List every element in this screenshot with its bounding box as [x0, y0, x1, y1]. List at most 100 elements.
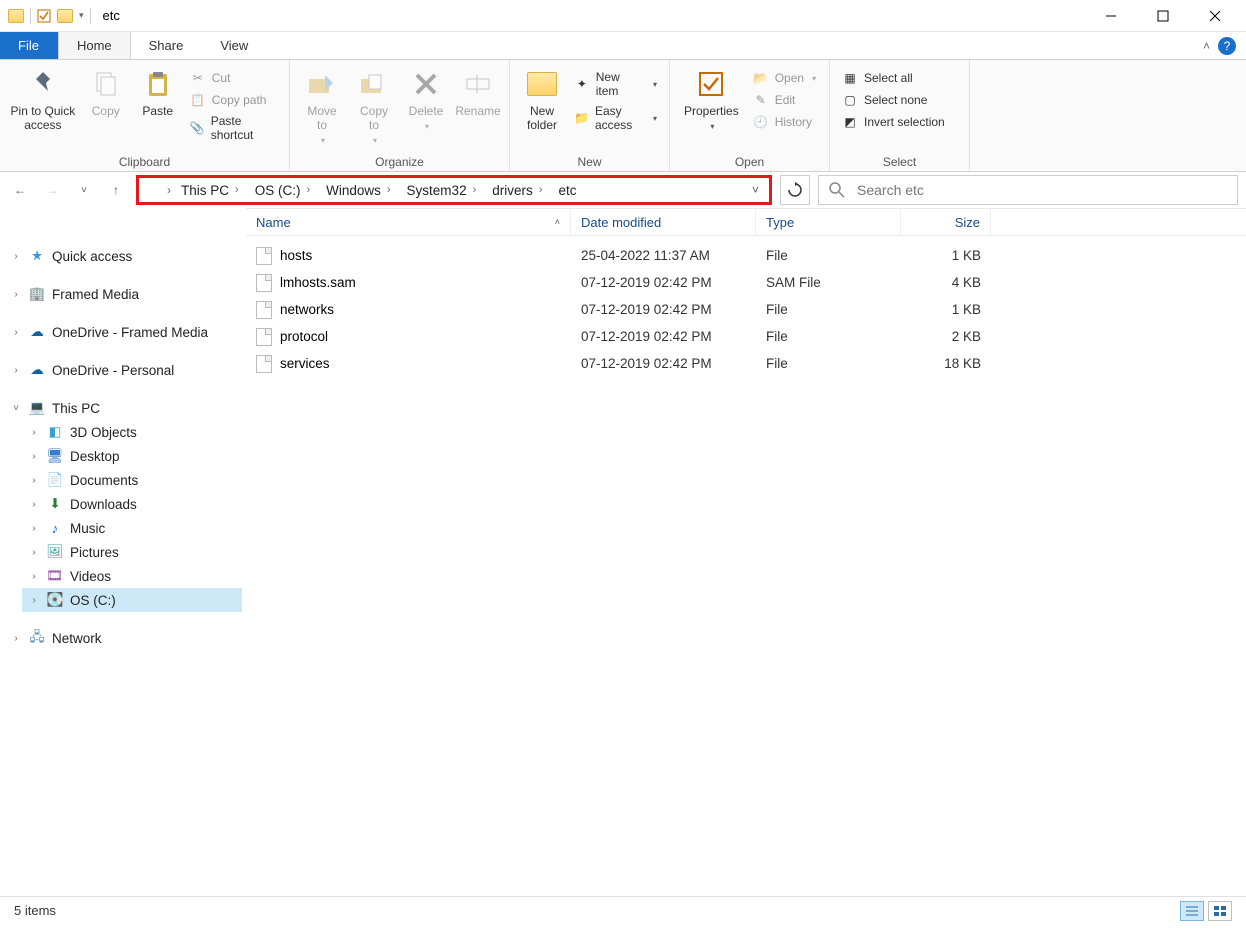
breadcrumb-item[interactable]: Windows	[320, 180, 396, 201]
tree-item-os-c[interactable]: ›💽OS (C:)	[22, 588, 242, 612]
close-button[interactable]	[1192, 0, 1238, 32]
minimize-button[interactable]	[1088, 0, 1134, 32]
edit-button[interactable]: ✎Edit	[749, 90, 820, 110]
tree-item-onedrive-fm[interactable]: ›☁OneDrive - Framed Media	[4, 320, 242, 344]
column-type[interactable]: Type	[756, 209, 901, 235]
copy-path-button[interactable]: 📋Copy path	[186, 90, 281, 110]
breadcrumb-item[interactable]: This PC	[175, 180, 245, 201]
easy-access-button[interactable]: 📁Easy access▾	[570, 102, 661, 134]
tab-share[interactable]: Share	[131, 32, 203, 59]
maximize-button[interactable]	[1140, 0, 1186, 32]
file-size: 18 KB	[901, 356, 991, 371]
select-all-button[interactable]: ▦Select all	[838, 68, 949, 88]
tree-item-3d-objects[interactable]: ›◧3D Objects	[22, 420, 242, 444]
refresh-button[interactable]	[780, 175, 810, 205]
file-type: File	[756, 356, 901, 371]
search-input[interactable]	[855, 181, 1227, 199]
file-date: 07-12-2019 02:42 PM	[571, 275, 756, 290]
column-headers: Name˄ Date modified Type Size	[246, 208, 1246, 236]
new-item-button[interactable]: ✦New item▾	[570, 68, 661, 100]
easy-access-icon: 📁	[574, 110, 589, 126]
rename-button[interactable]: Rename	[454, 64, 502, 122]
file-date: 07-12-2019 02:42 PM	[571, 356, 756, 371]
paste-shortcut-button[interactable]: 📎Paste shortcut	[186, 112, 281, 144]
file-row[interactable]: networks 07-12-2019 02:42 PM File 1 KB	[246, 296, 1246, 323]
file-size: 2 KB	[901, 329, 991, 344]
cut-icon: ✂	[190, 70, 206, 86]
file-size: 1 KB	[901, 248, 991, 263]
open-button[interactable]: 📂Open▾	[749, 68, 820, 88]
move-to-button[interactable]: Move to▾	[298, 64, 346, 149]
new-folder-button[interactable]: New folder	[518, 64, 566, 136]
file-row[interactable]: lmhosts.sam 07-12-2019 02:42 PM SAM File…	[246, 269, 1246, 296]
file-row[interactable]: services 07-12-2019 02:42 PM File 18 KB	[246, 350, 1246, 377]
group-label: New	[518, 153, 661, 169]
breadcrumb-item[interactable]: etc	[552, 180, 582, 201]
chevron-right-icon[interactable]	[539, 184, 543, 196]
tree-item-downloads[interactable]: ›⬇Downloads	[22, 492, 242, 516]
address-bar[interactable]: This PC OS (C:) Windows System32 drivers…	[136, 175, 772, 205]
chevron-right-icon[interactable]	[235, 184, 239, 196]
file-name: protocol	[280, 329, 328, 344]
qat-dropdown-icon[interactable]: ▾	[79, 10, 84, 21]
copy-path-icon: 📋	[190, 92, 206, 108]
tab-home[interactable]: Home	[58, 32, 131, 59]
tree-item-quick-access[interactable]: ›★Quick access	[4, 244, 242, 268]
view-details-button[interactable]	[1180, 901, 1204, 921]
address-dropdown-icon[interactable]: ˅	[748, 183, 763, 197]
collapse-ribbon-icon[interactable]: ˄	[1203, 39, 1210, 53]
tree-item-this-pc[interactable]: ˅💻This PC	[4, 396, 242, 420]
select-all-icon: ▦	[842, 70, 858, 86]
chevron-right-icon[interactable]	[167, 183, 171, 197]
tree-item-videos[interactable]: ›🎞Videos	[22, 564, 242, 588]
column-date[interactable]: Date modified	[571, 209, 756, 235]
pin-quick-access-button[interactable]: Pin to Quick access	[8, 64, 78, 136]
breadcrumb-item[interactable]: OS (C:)	[249, 180, 316, 201]
group-label: Clipboard	[8, 153, 281, 169]
select-none-button[interactable]: ▢Select none	[838, 90, 949, 110]
search-box[interactable]	[818, 175, 1238, 205]
recent-dropdown[interactable]: ˅	[72, 178, 96, 202]
tree-item-documents[interactable]: ›📄Documents	[22, 468, 242, 492]
column-name[interactable]: Name˄	[246, 209, 571, 235]
invert-selection-button[interactable]: ◩Invert selection	[838, 112, 949, 132]
file-size: 4 KB	[901, 275, 991, 290]
file-name: lmhosts.sam	[280, 275, 356, 290]
tree-item-desktop[interactable]: ›🖥Desktop	[22, 444, 242, 468]
properties-icon	[695, 68, 727, 100]
paste-button[interactable]: Paste	[134, 64, 182, 122]
file-name: services	[280, 356, 330, 371]
new-item-icon: ✦	[574, 76, 590, 92]
tree-item-pictures[interactable]: ›🖼Pictures	[22, 540, 242, 564]
back-button[interactable]: ←	[8, 178, 32, 202]
history-button[interactable]: 🕘History	[749, 112, 820, 132]
column-size[interactable]: Size	[901, 209, 991, 235]
tab-file[interactable]: File	[0, 32, 58, 59]
delete-button[interactable]: Delete▾	[402, 64, 450, 135]
tree-item-framed-media[interactable]: ›🏢Framed Media	[4, 282, 242, 306]
move-to-icon	[306, 68, 338, 100]
file-row[interactable]: hosts 25-04-2022 11:37 AM File 1 KB	[246, 242, 1246, 269]
tab-view[interactable]: View	[202, 32, 267, 59]
chevron-right-icon[interactable]	[473, 184, 477, 196]
tree-item-onedrive-personal[interactable]: ›☁OneDrive - Personal	[4, 358, 242, 382]
tree-item-network[interactable]: ›🖧Network	[4, 626, 242, 650]
tree-item-music[interactable]: ›♪Music	[22, 516, 242, 540]
file-row[interactable]: protocol 07-12-2019 02:42 PM File 2 KB	[246, 323, 1246, 350]
chevron-right-icon[interactable]	[306, 184, 310, 196]
forward-button[interactable]: →	[40, 178, 64, 202]
breadcrumb-item[interactable]: drivers	[486, 180, 548, 201]
checkbox-icon[interactable]	[37, 9, 51, 23]
breadcrumb-item[interactable]: System32	[401, 180, 483, 201]
properties-button[interactable]: Properties▾	[678, 64, 745, 135]
copy-to-button[interactable]: Copy to▾	[350, 64, 398, 149]
folder-icon[interactable]	[57, 9, 73, 23]
cut-button[interactable]: ✂Cut	[186, 68, 281, 88]
view-large-icons-button[interactable]	[1208, 901, 1232, 921]
up-button[interactable]: ↑	[104, 178, 128, 202]
star-icon: ★	[28, 248, 46, 264]
edit-icon: ✎	[753, 92, 769, 108]
copy-button[interactable]: Copy	[82, 64, 130, 122]
help-icon[interactable]: ?	[1218, 37, 1236, 55]
chevron-right-icon[interactable]	[387, 184, 391, 196]
